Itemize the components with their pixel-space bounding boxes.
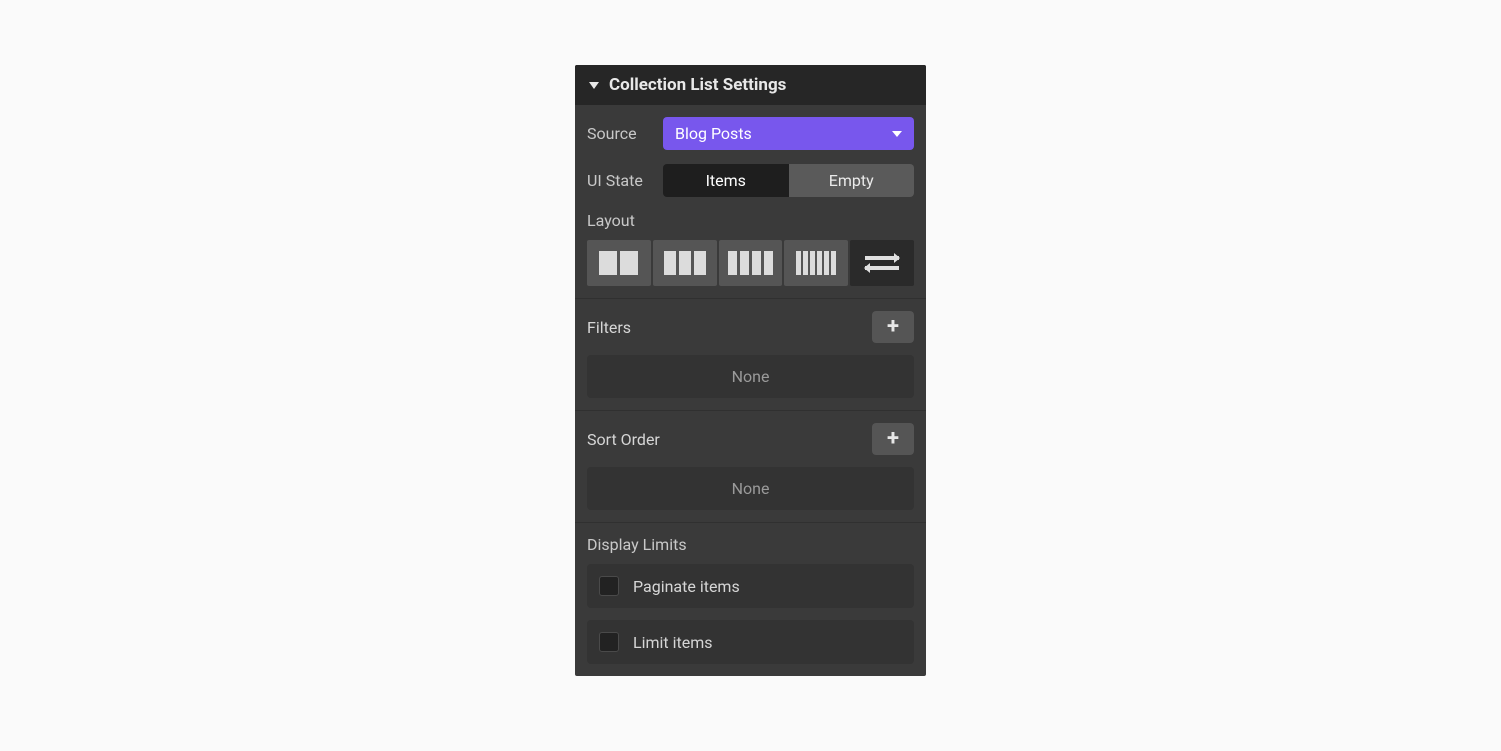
section-limits: Display Limits Paginate items Limit item…	[575, 523, 926, 676]
columns-2-icon	[599, 251, 638, 275]
source-select[interactable]: Blog Posts	[663, 117, 914, 150]
limits-label: Display Limits	[587, 535, 914, 554]
plus-icon: +	[887, 428, 899, 450]
chevron-down-icon	[892, 131, 902, 137]
layout-fullwidth-button[interactable]	[850, 240, 914, 286]
filters-empty[interactable]: None	[587, 355, 914, 398]
fullwidth-icon	[865, 256, 899, 270]
section-main: Source Blog Posts UI State Items Empty L…	[575, 105, 926, 299]
uistate-empty[interactable]: Empty	[789, 164, 915, 197]
panel-title: Collection List Settings	[609, 75, 786, 95]
source-value: Blog Posts	[675, 124, 752, 143]
layout-options	[587, 240, 914, 286]
sort-empty[interactable]: None	[587, 467, 914, 510]
uistate-items[interactable]: Items	[663, 164, 789, 197]
plus-icon: +	[887, 316, 899, 338]
paginate-label: Paginate items	[633, 577, 740, 596]
paginate-checkbox[interactable]	[599, 576, 619, 596]
limit-label: Limit items	[633, 633, 713, 652]
columns-4-icon	[728, 251, 773, 275]
columns-6-icon	[796, 251, 836, 275]
section-filters: Filters + None	[575, 299, 926, 411]
collection-list-settings-panel: Collection List Settings Source Blog Pos…	[575, 65, 926, 676]
paginate-row[interactable]: Paginate items	[587, 564, 914, 608]
section-sort: Sort Order + None	[575, 411, 926, 523]
columns-3-icon	[664, 251, 706, 275]
layout-4col-button[interactable]	[719, 240, 783, 286]
panel-header[interactable]: Collection List Settings	[575, 65, 926, 105]
layout-6col-button[interactable]	[784, 240, 848, 286]
layout-3col-button[interactable]	[653, 240, 717, 286]
source-label: Source	[587, 124, 651, 143]
uistate-segmented: Items Empty	[663, 164, 914, 197]
add-filter-button[interactable]: +	[872, 311, 914, 343]
add-sort-button[interactable]: +	[872, 423, 914, 455]
layout-label: Layout	[587, 211, 914, 230]
layout-2col-button[interactable]	[587, 240, 651, 286]
limit-row[interactable]: Limit items	[587, 620, 914, 664]
caret-down-icon	[589, 82, 599, 89]
limit-checkbox[interactable]	[599, 632, 619, 652]
sort-label: Sort Order	[587, 430, 660, 449]
filters-label: Filters	[587, 318, 631, 337]
uistate-label: UI State	[587, 171, 651, 190]
